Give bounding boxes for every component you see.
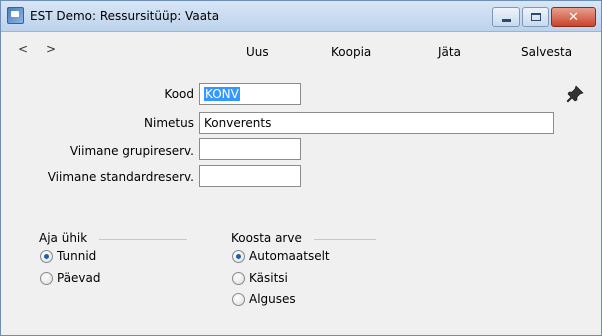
last-standard-reserv-field[interactable]	[199, 165, 301, 187]
app-icon	[7, 7, 24, 24]
form-area: Kood KONV Nimetus Konverents Viimane gru…	[1, 69, 601, 335]
invoice-group-divider	[314, 239, 376, 240]
close-icon: ✕	[568, 9, 579, 25]
last-group-reserv-label: Viimane grupireserv.	[69, 144, 194, 158]
close-button[interactable]: ✕	[551, 7, 596, 27]
invoice-at-start-label: Alguses	[249, 292, 296, 306]
minimize-icon	[501, 18, 511, 22]
invoice-manual-label: Käsitsi	[249, 271, 288, 285]
maximize-icon	[530, 13, 541, 21]
radio-unchecked-icon[interactable]	[232, 271, 245, 285]
invoice-at-start-option[interactable]: Alguses	[232, 292, 296, 306]
time-unit-hours-option[interactable]: Tunnid	[40, 249, 96, 263]
time-unit-group-title: Aja ühik	[39, 231, 88, 245]
time-unit-days-option[interactable]: Päevad	[40, 271, 101, 285]
next-record-button[interactable]: >	[46, 42, 56, 56]
radio-unchecked-icon[interactable]	[40, 271, 53, 285]
last-group-reserv-field[interactable]	[199, 138, 301, 160]
time-unit-group-divider	[99, 239, 187, 240]
window-title: EST Demo: Ressursitüüp: Vaata	[30, 9, 220, 23]
invoice-automatic-label: Automaatselt	[249, 249, 330, 263]
last-standard-reserv-label: Viimane standardreserv.	[47, 170, 194, 184]
copy-button[interactable]: Koopia	[331, 45, 371, 59]
code-value: KONV	[204, 87, 240, 101]
pin-icon[interactable]	[565, 84, 585, 104]
toolbar: < > Uus Koopia Jäta Salvesta	[1, 32, 601, 69]
time-unit-days-label: Päevad	[57, 271, 101, 285]
code-label: Kood	[164, 87, 194, 101]
invoice-automatic-option[interactable]: Automaatselt	[232, 249, 330, 263]
window: EST Demo: Ressursitüüp: Vaata ✕ < > Uus …	[0, 0, 602, 336]
invoice-group-title: Koosta arve	[231, 231, 302, 245]
previous-record-button[interactable]: <	[18, 42, 28, 56]
radio-checked-icon[interactable]	[40, 249, 53, 263]
minimize-button[interactable]	[492, 7, 520, 27]
cancel-button[interactable]: Jäta	[438, 45, 461, 59]
save-button[interactable]: Salvesta	[521, 45, 572, 59]
invoice-manual-option[interactable]: Käsitsi	[232, 271, 288, 285]
new-button[interactable]: Uus	[246, 45, 269, 59]
name-label: Nimetus	[144, 116, 194, 130]
radio-checked-icon[interactable]	[232, 249, 245, 263]
name-field[interactable]: Konverents	[199, 112, 554, 134]
maximize-button[interactable]	[522, 7, 549, 27]
title-bar: EST Demo: Ressursitüüp: Vaata ✕	[1, 1, 601, 32]
time-unit-hours-label: Tunnid	[57, 249, 97, 263]
code-field[interactable]: KONV	[199, 83, 301, 105]
radio-unchecked-icon[interactable]	[232, 292, 245, 306]
